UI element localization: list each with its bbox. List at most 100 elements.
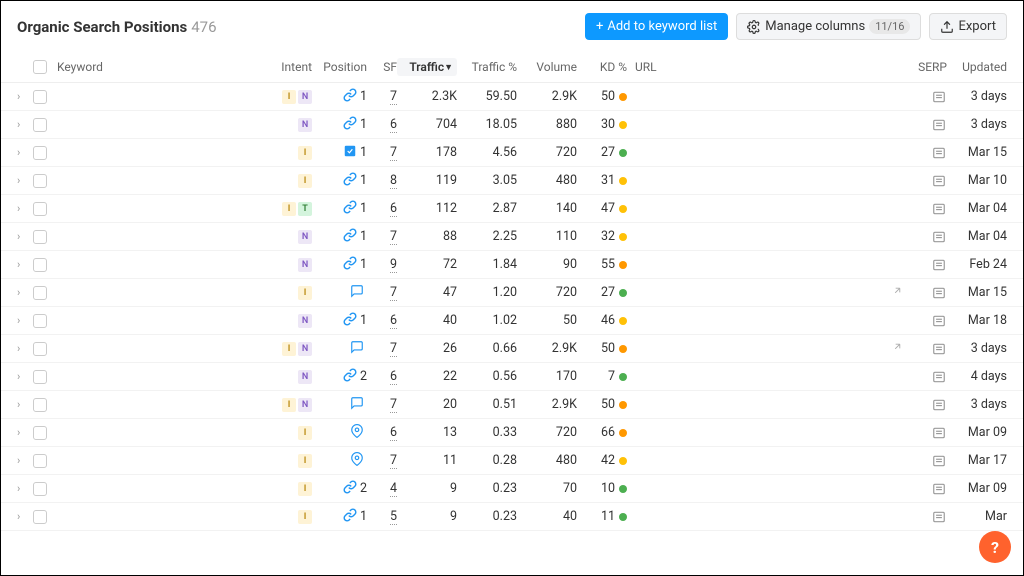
expand-icon[interactable]: › [17, 454, 20, 467]
table-row: › I 1 8 119 3.05 480 31 Mar 10 [1, 167, 1023, 195]
select-all-checkbox[interactable] [33, 60, 47, 74]
expand-icon[interactable]: › [17, 342, 20, 355]
serp-cell[interactable] [907, 398, 947, 412]
position-cell: 1 [312, 312, 367, 330]
expand-icon[interactable]: › [17, 510, 20, 523]
row-checkbox[interactable] [33, 202, 47, 216]
expand-icon[interactable]: › [17, 314, 20, 327]
intent-cell: I [257, 174, 312, 188]
expand-icon[interactable]: › [17, 146, 20, 159]
row-checkbox[interactable] [33, 398, 47, 412]
traffic-cell: 72 [397, 257, 457, 272]
position-type-icon [343, 172, 357, 190]
expand-icon[interactable]: › [17, 398, 20, 411]
serp-cell[interactable] [907, 426, 947, 440]
serp-cell[interactable] [907, 342, 947, 356]
row-checkbox[interactable] [33, 258, 47, 272]
expand-icon[interactable]: › [17, 286, 20, 299]
col-keyword[interactable]: Keyword [57, 60, 257, 74]
serp-cell[interactable] [907, 174, 947, 188]
serp-cell[interactable] [907, 314, 947, 328]
expand-icon[interactable]: › [17, 370, 20, 383]
intent-badge-i: I [298, 286, 312, 300]
row-checkbox[interactable] [33, 426, 47, 440]
intent-cell: I [257, 482, 312, 496]
serp-cell[interactable] [907, 118, 947, 132]
intent-cell: N [257, 258, 312, 272]
row-checkbox[interactable] [33, 174, 47, 188]
row-checkbox[interactable] [33, 454, 47, 468]
sf-cell: 6 [367, 117, 397, 133]
serp-cell[interactable] [907, 370, 947, 384]
traffic-cell: 178 [397, 145, 457, 160]
volume-cell: 2.9K [517, 89, 577, 104]
external-link-icon[interactable] [892, 341, 903, 356]
updated-cell: 3 days [947, 397, 1007, 412]
expand-icon[interactable]: › [17, 482, 20, 495]
position-cell: 1 [312, 200, 367, 218]
kd-cell: 47 [577, 201, 627, 216]
row-checkbox[interactable] [33, 510, 47, 524]
export-button[interactable]: Export [929, 13, 1007, 40]
trafficpct-cell: 1.20 [457, 285, 517, 300]
expand-icon[interactable]: › [17, 118, 20, 131]
col-serp[interactable]: SERP [907, 60, 947, 74]
intent-badge-n: N [298, 398, 312, 412]
col-volume[interactable]: Volume [517, 60, 577, 74]
serp-cell[interactable] [907, 258, 947, 272]
trafficpct-cell: 0.56 [457, 369, 517, 384]
row-checkbox[interactable] [33, 118, 47, 132]
sf-cell: 7 [367, 453, 397, 469]
sf-cell: 7 [367, 89, 397, 105]
serp-cell[interactable] [907, 230, 947, 244]
row-checkbox[interactable] [33, 342, 47, 356]
sf-cell: 7 [367, 229, 397, 245]
volume-cell: 140 [517, 201, 577, 216]
expand-icon[interactable]: › [17, 258, 20, 271]
help-button[interactable]: ? [979, 531, 1011, 563]
expand-icon[interactable]: › [17, 230, 20, 243]
col-traffic[interactable]: Traffic ▼ [397, 58, 457, 76]
row-checkbox[interactable] [33, 314, 47, 328]
row-checkbox[interactable] [33, 230, 47, 244]
serp-cell[interactable] [907, 482, 947, 496]
trafficpct-cell: 4.56 [457, 145, 517, 160]
col-kd[interactable]: KD % [577, 60, 627, 74]
add-to-keyword-list-button[interactable]: + Add to keyword list [585, 13, 728, 40]
serp-cell[interactable] [907, 510, 947, 524]
col-trafficpct[interactable]: Traffic % [457, 60, 517, 74]
intent-cell: N [257, 230, 312, 244]
traffic-cell: 9 [397, 481, 457, 496]
row-checkbox[interactable] [33, 370, 47, 384]
serp-cell[interactable] [907, 146, 947, 160]
external-link-icon[interactable] [892, 285, 903, 300]
col-intent[interactable]: Intent [257, 60, 312, 74]
trafficpct-cell: 2.25 [457, 229, 517, 244]
serp-cell[interactable] [907, 454, 947, 468]
traffic-cell: 88 [397, 229, 457, 244]
row-checkbox[interactable] [33, 286, 47, 300]
expand-icon[interactable]: › [17, 202, 20, 215]
updated-cell: 3 days [947, 89, 1007, 104]
row-checkbox[interactable] [33, 482, 47, 496]
intent-badge-i: I [298, 174, 312, 188]
expand-icon[interactable]: › [17, 90, 20, 103]
expand-icon[interactable]: › [17, 174, 20, 187]
serp-cell[interactable] [907, 286, 947, 300]
col-updated[interactable]: Updated [947, 60, 1007, 74]
manage-columns-button[interactable]: Manage columns 11/16 [736, 13, 921, 40]
sf-cell: 7 [367, 285, 397, 301]
col-sf[interactable]: SF [367, 60, 397, 74]
volume-cell: 50 [517, 313, 577, 328]
col-position[interactable]: Position [312, 60, 367, 74]
position-cell [312, 340, 367, 358]
expand-icon[interactable]: › [17, 426, 20, 439]
serp-cell[interactable] [907, 202, 947, 216]
row-checkbox[interactable] [33, 146, 47, 160]
trafficpct-cell: 1.84 [457, 257, 517, 272]
col-url[interactable]: URL [627, 60, 887, 74]
table-row: › N 2 6 22 0.56 170 7 4 days [1, 363, 1023, 391]
intent-badge-n: N [298, 118, 312, 132]
serp-cell[interactable] [907, 90, 947, 104]
row-checkbox[interactable] [33, 90, 47, 104]
